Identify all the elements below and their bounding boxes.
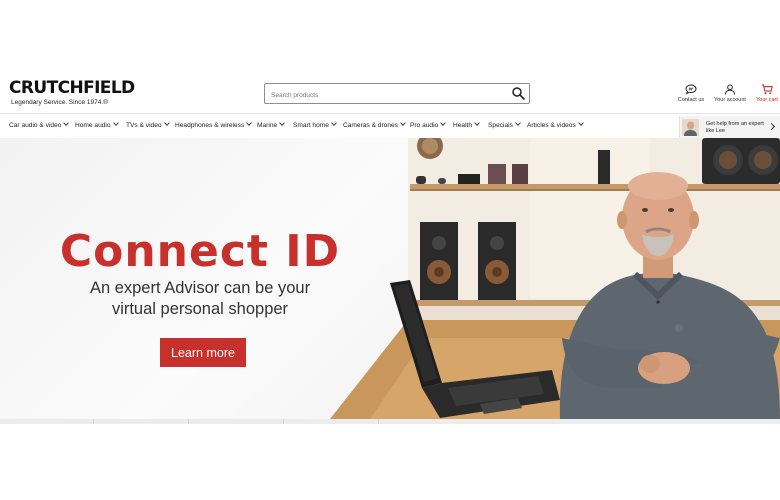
nav-item-label: Home audio [75,122,111,129]
chevron-down-icon [474,120,480,126]
nav-item-label: Headphones & wireless [175,122,245,129]
hero-title: Connect ID [59,226,341,277]
search-button[interactable] [511,86,526,101]
carousel-strip [0,419,780,424]
person-icon [725,84,735,95]
nav-item-pro-audio[interactable]: Pro audio [410,120,447,129]
chevron-down-icon [112,120,119,126]
nav-item-smart-home[interactable]: Smart home [293,120,337,129]
contact-us-link[interactable]: Contact us [671,84,711,103]
expert-help-line1: Get help from an expert [706,121,764,127]
chevron-down-icon [400,120,406,126]
hero-subtitle-line2: virtual personal shopper [111,300,289,318]
nav-item-car-audio[interactable]: Car audio & video [9,120,70,129]
expert-avatar [682,119,699,136]
search-input[interactable] [265,86,500,105]
expert-help-promo[interactable]: Get help from an expert like Lee [679,116,780,138]
nav-item-label: Marine [257,122,278,129]
hero-subtitle: An expert Advisor can be your virtual pe… [40,278,360,320]
nav-item-headphones[interactable]: Headphones & wireless [175,120,253,129]
chevron-down-icon [279,120,285,126]
strip-separator [188,419,189,424]
chat-bubble-icon [685,84,697,95]
nav-item-label: Articles & videos [527,122,576,129]
account-link[interactable]: Your account [710,84,750,103]
cart-label: Your cart [756,97,778,103]
nav-item-label: Health [453,122,473,129]
site-header: CRUTCHFIELD Legendary Service. Since 197… [0,74,780,114]
crutchfield-logo[interactable]: CRUTCHFIELD Legendary Service. Since 197… [9,78,135,107]
chevron-right-icon [767,122,776,131]
nav-item-home-audio[interactable]: Home audio [75,120,119,129]
chevron-down-icon [577,120,584,126]
chevron-down-icon [331,120,337,126]
nav-item-marine[interactable]: Marine [257,120,285,129]
nav-item-label: Smart home [293,122,329,129]
cart-link[interactable]: Your cart [747,84,780,103]
nav-item-label: Specials [488,122,513,129]
hero-banner: Connect ID An expert Advisor can be your… [0,138,780,419]
nav-item-label: Pro audio [410,122,439,129]
shopping-cart-icon [761,84,773,95]
nav-item-cameras-drones[interactable]: Cameras & drones [343,120,406,129]
strip-separator [93,419,94,424]
expert-help-text: Get help from an expert like Lee [706,121,764,134]
nav-item-tvs-video[interactable]: TVs & video [126,120,170,129]
learn-more-button[interactable]: Learn more [160,338,246,367]
nav-item-specials[interactable]: Specials [488,120,521,129]
nav-item-health[interactable]: Health [453,120,480,129]
search-icon [512,87,525,100]
main-nav: Car audio & video Home audio TVs & video… [0,115,780,137]
strip-separator [283,419,284,424]
logo-tagline: Legendary Service. Since 1974.® [11,99,108,106]
expert-help-line2: like Lee [706,127,725,134]
contact-us-label: Contact us [677,97,705,103]
chevron-down-icon [440,120,447,126]
account-label: Your account [714,97,746,103]
search-box [264,83,530,105]
chevron-down-icon [163,120,170,126]
chevron-down-icon [246,120,253,126]
hero-subtitle-line1: An expert Advisor can be your [89,279,311,297]
chevron-down-icon [515,120,521,126]
strip-separator [378,419,379,424]
nav-item-label: TVs & video [126,122,162,129]
logo-wordmark: CRUTCHFIELD [9,78,135,98]
hero-photo-expert-with-laptop [330,138,780,419]
nav-item-label: Cameras & drones [343,122,398,129]
nav-item-articles-videos[interactable]: Articles & videos [527,120,584,129]
nav-item-label: Car audio & video [9,122,62,129]
chevron-down-icon [63,120,70,126]
header-divider [0,113,780,114]
